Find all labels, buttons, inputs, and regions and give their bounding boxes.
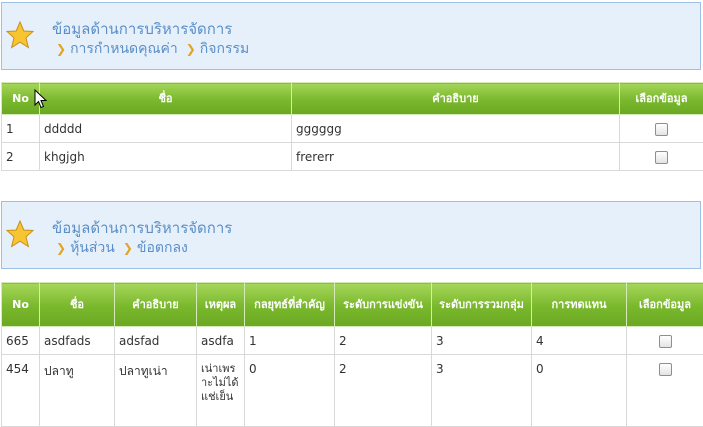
- agreement-table: No ชื่อ คำอธิบาย เหตุผล กลยุทธ์ที่สำคัญ …: [1, 282, 703, 427]
- chevron-right-icon: ❯: [123, 241, 133, 255]
- column-header-description[interactable]: คำอธิบาย: [115, 283, 197, 327]
- column-header-select[interactable]: เลือกข้อมูล: [620, 83, 703, 115]
- cell-name: asdfads: [40, 327, 115, 355]
- mouse-cursor-icon: [34, 89, 48, 109]
- column-header-description[interactable]: คำอธิบาย: [292, 83, 620, 115]
- column-header-no[interactable]: No: [2, 283, 40, 327]
- cell-grouping: 3: [432, 355, 532, 427]
- section-header-2: ข้อมูลด้านการบริหารจัดการ ❯หุ้นส่วน❯ข้อต…: [1, 201, 701, 269]
- chevron-right-icon: ❯: [56, 241, 66, 255]
- cell-substitution: 0: [532, 355, 627, 427]
- breadcrumb-item[interactable]: ข้อตกลง: [137, 240, 188, 256]
- column-header-select[interactable]: เลือกข้อมูล: [627, 283, 703, 327]
- cell-strategy: 1: [245, 327, 335, 355]
- activity-table: No ชื่อ คำอธิบาย เลือกข้อมูล 1 ddddd ggg…: [1, 82, 703, 171]
- table-row[interactable]: 454 ปลาทู ปลาทูเน่า เน่าเพราะไม่ได้แช่เย…: [2, 355, 703, 427]
- table-header-row: No ชื่อ คำอธิบาย เลือกข้อมูล: [2, 83, 703, 115]
- breadcrumb-item[interactable]: หุ้นส่วน: [70, 240, 115, 256]
- cell-competition: 2: [335, 355, 432, 427]
- cell-no: 454: [2, 355, 40, 427]
- breadcrumb: ❯ หุ้นส่วน ❯ ข้อตกลง: [56, 237, 188, 259]
- breadcrumb-item[interactable]: การกำหนดคุณค่า: [70, 41, 178, 57]
- row-select-checkbox[interactable]: [659, 335, 672, 348]
- cell-reason: เน่าเพราะไม่ได้แช่เย็น: [197, 355, 245, 427]
- column-header-name[interactable]: ชื่อ: [40, 283, 115, 327]
- breadcrumb: ❯ การกำหนดคุณค่า ❯ กิจกรรม: [56, 38, 249, 60]
- cell-description: frererr: [292, 143, 620, 171]
- cell-description: adsfad: [115, 327, 197, 355]
- column-header-strategy[interactable]: กลยุทธ์ที่สำคัญ: [245, 283, 335, 327]
- cell-grouping: 3: [432, 327, 532, 355]
- column-header-reason[interactable]: เหตุผล: [197, 283, 245, 327]
- column-header-substitution[interactable]: การทดแทน: [532, 283, 627, 327]
- row-select-checkbox[interactable]: [655, 151, 668, 164]
- cell-strategy: 0: [245, 355, 335, 427]
- cell-competition: 2: [335, 327, 432, 355]
- star-icon: [6, 21, 34, 49]
- table-row[interactable]: 2 khgjgh frererr: [2, 143, 703, 171]
- cell-description: ปลาทูเน่า: [115, 355, 197, 427]
- chevron-right-icon: ❯: [56, 42, 66, 56]
- row-select-checkbox[interactable]: [659, 363, 672, 376]
- cell-name: khgjgh: [40, 143, 292, 171]
- column-header-competition[interactable]: ระดับการแข่งขัน: [335, 283, 432, 327]
- table-row[interactable]: 665 asdfads adsfad asdfa 1 2 3 4: [2, 327, 703, 355]
- cell-substitution: 4: [532, 327, 627, 355]
- cell-no: 2: [2, 143, 40, 171]
- cell-select: [627, 327, 703, 355]
- table-row[interactable]: 1 ddddd gggggg: [2, 115, 703, 143]
- row-select-checkbox[interactable]: [655, 123, 668, 136]
- section-header-1: ข้อมูลด้านการบริหารจัดการ ❯การกำหนดคุณค่…: [1, 2, 701, 70]
- cell-description: gggggg: [292, 115, 620, 143]
- breadcrumb-item[interactable]: กิจกรรม: [200, 41, 249, 57]
- cell-name: ddddd: [40, 115, 292, 143]
- cell-select: [620, 143, 703, 171]
- cell-name: ปลาทู: [40, 355, 115, 427]
- star-icon: [6, 220, 34, 248]
- column-header-name[interactable]: ชื่อ: [40, 83, 292, 115]
- column-header-grouping[interactable]: ระดับการรวมกลุ่ม: [432, 283, 532, 327]
- cell-select: [627, 355, 703, 427]
- table-header-row: No ชื่อ คำอธิบาย เหตุผล กลยุทธ์ที่สำคัญ …: [2, 283, 703, 327]
- cell-select: [620, 115, 703, 143]
- chevron-right-icon: ❯: [186, 42, 196, 56]
- cell-no: 665: [2, 327, 40, 355]
- cell-no: 1: [2, 115, 40, 143]
- cell-reason: asdfa: [197, 327, 245, 355]
